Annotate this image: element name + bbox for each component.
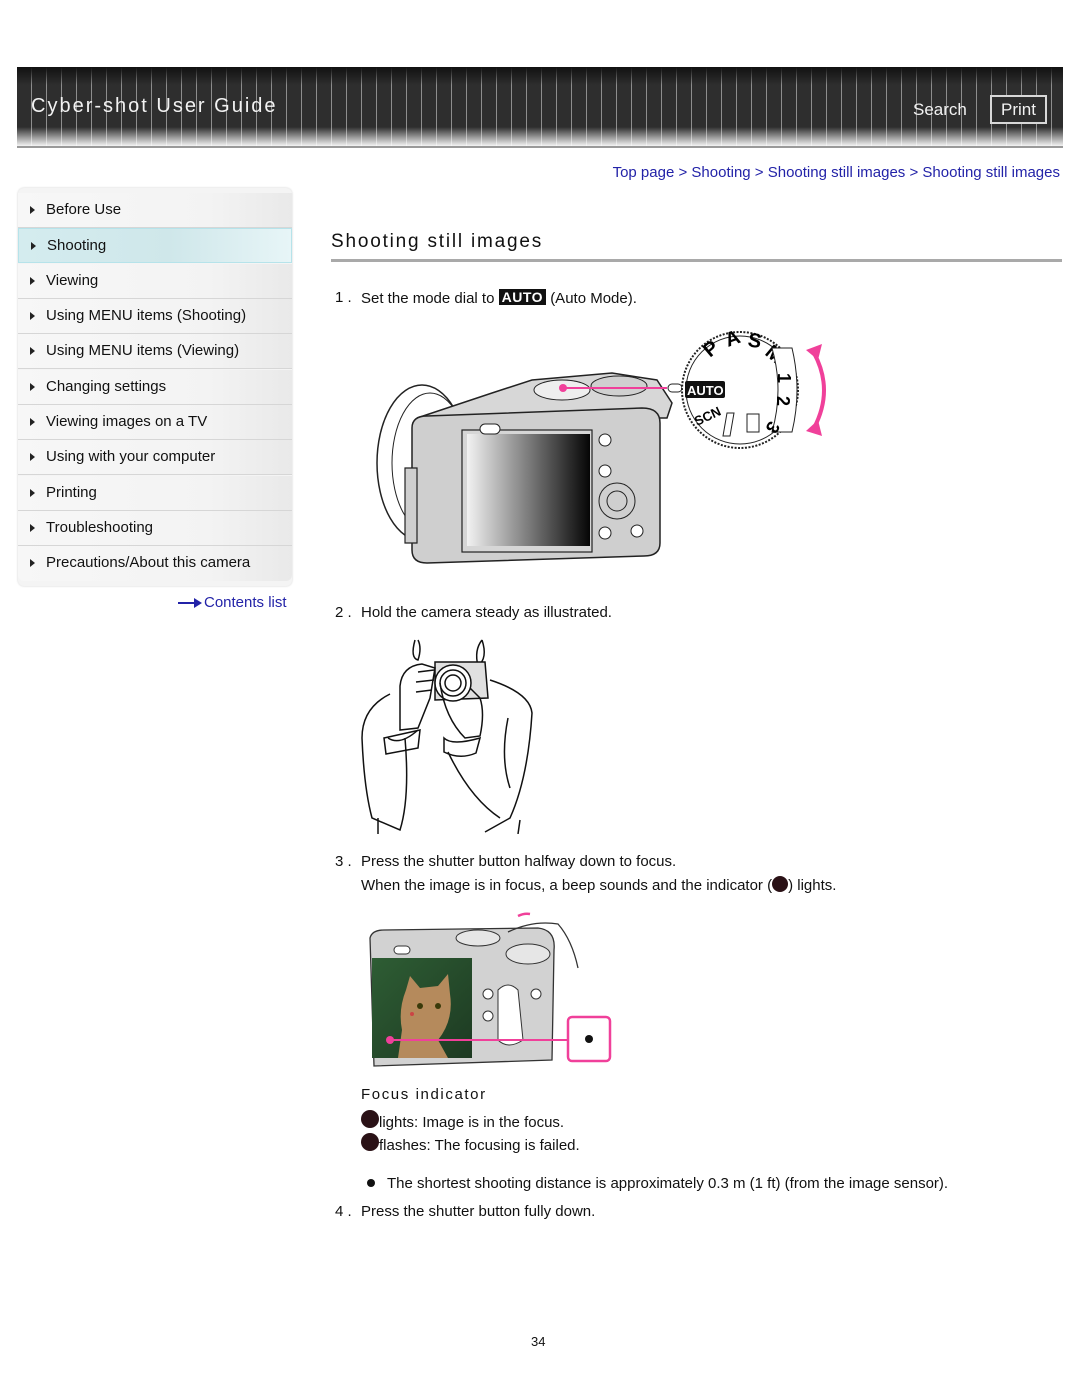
triangle-right-icon <box>30 312 35 320</box>
triangle-right-icon <box>30 489 35 497</box>
step-1-number: 1 . <box>335 289 352 306</box>
sidebar-item-label: Shooting <box>47 237 107 254</box>
triangle-right-icon <box>30 206 35 214</box>
banner-fade <box>17 127 1063 147</box>
rotate-arrow-icon <box>812 352 826 429</box>
sidebar-item-label: Using with your computer <box>46 448 216 465</box>
focus-indicator-icon <box>361 1110 379 1128</box>
note-shortest-distance: The shortest shooting distance is approx… <box>387 1175 949 1192</box>
breadcrumb: Top page > Shooting > Shooting still ima… <box>613 164 1060 181</box>
dial-label-auto: AUTO <box>687 383 724 398</box>
sidebar-item-label: Printing <box>46 484 97 501</box>
step-3-subtext: When the image is in focus, a beep sound… <box>361 876 836 894</box>
focus-indicator-heading: Focus indicator <box>361 1086 487 1103</box>
step-1-text-after: (Auto Mode). <box>550 290 637 307</box>
step-4-number: 4 . <box>335 1203 352 1220</box>
title-divider <box>331 259 1062 262</box>
sidebar-item-viewing-on-tv[interactable]: Viewing images on a TV <box>18 405 292 440</box>
hold-camera-illustration <box>361 639 533 834</box>
step-3-text: Press the shutter button halfway down to… <box>361 853 677 870</box>
breadcrumb-separator: > <box>909 164 923 181</box>
sidebar-item-viewing[interactable]: Viewing <box>18 264 292 299</box>
page-title: Shooting still images <box>331 231 544 252</box>
focus-indicator-lights-text: lights: Image is in the focus. <box>379 1114 565 1131</box>
focus-indicator-icon <box>772 876 789 892</box>
triangle-right-icon <box>30 383 35 391</box>
page-number: 34 <box>531 1334 546 1349</box>
breadcrumb-separator: > <box>678 164 692 181</box>
sidebar-item-computer[interactable]: Using with your computer <box>18 440 292 475</box>
step-3-subtext-after: ) lights. <box>788 877 837 894</box>
triangle-right-icon <box>30 453 35 461</box>
focus-indicator-icon <box>361 1133 379 1151</box>
arrow-right-icon <box>178 598 202 609</box>
triangle-right-icon <box>31 242 36 250</box>
lcd-screen <box>467 434 590 546</box>
sidebar-item-label: Viewing <box>46 272 99 289</box>
banner-divider <box>17 146 1063 148</box>
focus-indicator-flashes-text: flashes: The focusing is failed. <box>379 1137 580 1154</box>
focus-indicator-row-flashes: flashes: The focusing is failed. <box>361 1133 580 1154</box>
sidebar-item-before-use[interactable]: Before Use <box>18 193 292 228</box>
step-4-text: Press the shutter button fully down. <box>361 1203 596 1220</box>
search-link[interactable]: Search <box>913 100 967 120</box>
step-2-text: Hold the camera steady as illustrated. <box>361 604 612 621</box>
breadcrumb-shooting-still-images[interactable]: Shooting still images <box>768 164 906 181</box>
auto-mode-icon: AUTO <box>498 289 547 305</box>
step-3-number: 3 . <box>335 853 352 870</box>
step-2-number: 2 . <box>335 604 352 621</box>
sidebar-item-printing[interactable]: Printing <box>18 476 292 511</box>
triangle-right-icon <box>30 524 35 532</box>
sidebar-item-menu-shooting[interactable]: Using MENU items (Shooting) <box>18 299 292 334</box>
sidebar-item-label: Viewing images on a TV <box>46 413 208 430</box>
contents-list-label: Contents list <box>204 594 287 611</box>
triangle-right-icon <box>30 347 35 355</box>
print-button[interactable]: Print <box>990 95 1047 124</box>
sidebar-item-label: Before Use <box>46 201 122 218</box>
triangle-right-icon <box>30 277 35 285</box>
dial-label-2: 2 <box>773 396 793 406</box>
sidebar-item-menu-viewing[interactable]: Using MENU items (Viewing) <box>18 334 292 369</box>
sidebar-item-label: Precautions/About this camera <box>46 554 251 571</box>
sidebar-item-troubleshooting[interactable]: Troubleshooting <box>18 511 292 546</box>
breadcrumb-top-page[interactable]: Top page <box>613 164 675 181</box>
sidebar-item-label: Changing settings <box>46 378 167 395</box>
triangle-right-icon <box>30 418 35 426</box>
bullet-icon <box>367 1179 375 1187</box>
dial-label-1: 1 <box>774 373 794 383</box>
sidebar-item-precautions[interactable]: Precautions/About this camera <box>18 546 292 581</box>
guide-title: Cyber-shot User Guide <box>31 95 278 117</box>
sidebar-item-label: Using MENU items (Shooting) <box>46 307 247 324</box>
sidebar-item-label: Troubleshooting <box>46 519 154 536</box>
breadcrumb-separator: > <box>754 164 768 181</box>
step-3-subtext-before: When the image is in focus, a beep sound… <box>361 877 773 894</box>
camera-mode-dial-illustration: P A S M 1 2 3 SCN AUTO <box>376 326 826 564</box>
breadcrumb-shooting[interactable]: Shooting <box>691 164 750 181</box>
triangle-right-icon <box>30 559 35 567</box>
banner-shade <box>17 67 1063 85</box>
sidebar-item-shooting[interactable]: Shooting <box>18 228 292 263</box>
sidebar-item-changing-settings[interactable]: Changing settings <box>18 370 292 405</box>
step-1-text-before: Set the mode dial to <box>361 290 495 307</box>
focus-indicator-row-lights: lights: Image is in the focus. <box>361 1110 564 1131</box>
sidebar-nav: Before Use Shooting Viewing Using MENU i… <box>18 188 292 586</box>
step-1-text: Set the mode dial to AUTO (Auto Mode). <box>361 289 637 307</box>
sidebar-item-label: Using MENU items (Viewing) <box>46 342 240 359</box>
focus-indicator-illustration <box>369 912 612 1067</box>
contents-list-link[interactable]: Contents list <box>178 594 287 611</box>
breadcrumb-current[interactable]: Shooting still images <box>922 164 1060 181</box>
